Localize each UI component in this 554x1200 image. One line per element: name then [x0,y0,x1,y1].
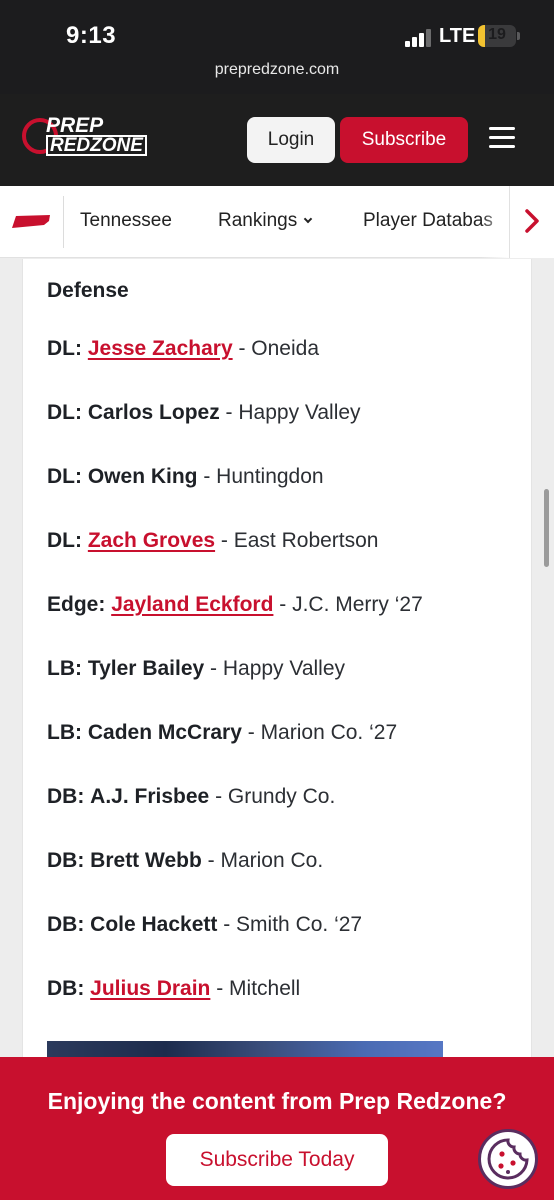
player-school: - East Robertson [215,529,379,552]
subscribe-today-button[interactable]: Subscribe Today [166,1134,388,1186]
nav-item-tennessee[interactable]: Tennessee [80,186,172,258]
player-name: Cole Hackett [90,913,218,936]
player-name: Carlos Lopez [87,401,220,424]
site-header: PREP REDZONE Login Subscribe [0,94,554,186]
player-name-link[interactable]: Julius Drain [90,977,210,1000]
section-title: Defense [47,279,129,302]
battery-tip [517,32,520,40]
player-school: - Smith Co. ‘27 [217,913,363,936]
subscribe-banner: Enjoying the content from Prep Redzone? … [0,1057,554,1200]
status-time: 9:13 [66,22,117,49]
player-row: LB: Tyler Bailey - Happy Valley [47,657,423,721]
player-name: Brett Webb [90,849,202,872]
player-name-link[interactable]: Jesse Zachary [88,337,233,360]
player-name: A.J. Frisbee [90,785,210,808]
player-school: - Grundy Co. [209,785,336,808]
player-list: DL: Jesse Zachary - Oneida DL: Carlos Lop… [47,337,423,1041]
subscribe-button[interactable]: Subscribe [340,117,468,163]
chevron-right-icon [525,209,539,233]
tennessee-flag-icon[interactable] [12,215,50,229]
status-bar: 9:13 LTE 19 prepredzone.com [0,0,554,94]
login-button[interactable]: Login [247,117,335,163]
cookie-glyph [487,1138,529,1180]
player-school: - Oneida [232,337,320,360]
player-position: DL: [47,465,82,488]
player-name: Owen King [87,465,198,488]
state-nav: Tennessee Rankings Player Databas [0,186,554,258]
player-school: - Marion Co. [201,849,324,872]
prep-redzone-logo[interactable]: PREP REDZONE [22,114,150,158]
player-position: DB: [47,977,85,1000]
player-school: - Marion Co. ‘27 [241,721,398,744]
player-row: Edge: Jayland Eckford - J.C. Merry ‘27 [47,593,423,657]
player-row: DB: Brett Webb - Marion Co. [47,849,423,913]
player-name: Caden McCrary [87,721,242,744]
player-row: DL: Jesse Zachary - Oneida [47,337,423,401]
player-school: - J.C. Merry ‘27 [273,593,423,616]
player-school: - Happy Valley [219,401,361,424]
signal-icon [405,29,433,47]
player-row: DL: Carlos Lopez - Happy Valley [47,401,423,465]
player-position: DL: [47,529,82,552]
nav-divider [63,196,64,248]
nav-fade [480,186,510,258]
player-row: LB: Caden McCrary - Marion Co. ‘27 [47,721,423,785]
player-name-link[interactable]: Zach Groves [88,529,215,552]
banner-text: Enjoying the content from Prep Redzone? [47,1088,507,1114]
player-name: Tyler Bailey [87,657,205,680]
player-position: DB: [47,785,85,808]
nav-scroll-right-button[interactable] [509,186,554,258]
logo-line-2: REDZONE [46,135,147,156]
player-position: DB: [47,849,85,872]
chevron-down-icon [303,214,313,224]
player-position: LB: [47,657,82,680]
player-row: DB: Julius Drain - Mitchell [47,977,423,1041]
player-school: - Huntingdon [197,465,324,488]
player-row: DB: Cole Hackett - Smith Co. ‘27 [47,913,423,977]
nav-item-player-database[interactable]: Player Databas [363,186,493,258]
hamburger-icon[interactable] [489,127,515,149]
network-label: LTE [439,25,476,47]
logo-line-1: PREP [46,114,104,137]
nav-item-rankings-label: Rankings [218,210,298,231]
battery-percent: 19 [488,26,506,43]
player-school: - Happy Valley [204,657,346,680]
player-position: DL: [47,337,82,360]
player-row: DB: A.J. Frisbee - Grundy Co. [47,785,423,849]
page-scrollbar[interactable] [544,489,549,567]
player-row: DL: Owen King - Huntingdon [47,465,423,529]
cookie-icon[interactable] [478,1129,538,1189]
player-position: DL: [47,401,82,424]
player-position: DB: [47,913,85,936]
player-position: LB: [47,721,82,744]
player-row: DL: Zach Groves - East Robertson [47,529,423,593]
player-position: Edge: [47,593,106,616]
nav-item-rankings[interactable]: Rankings [218,186,313,258]
player-school: - Mitchell [210,977,301,1000]
address-bar-url[interactable]: prepredzone.com [0,61,554,79]
battery-icon: 19 [478,25,516,47]
player-name-link[interactable]: Jayland Eckford [111,593,273,616]
